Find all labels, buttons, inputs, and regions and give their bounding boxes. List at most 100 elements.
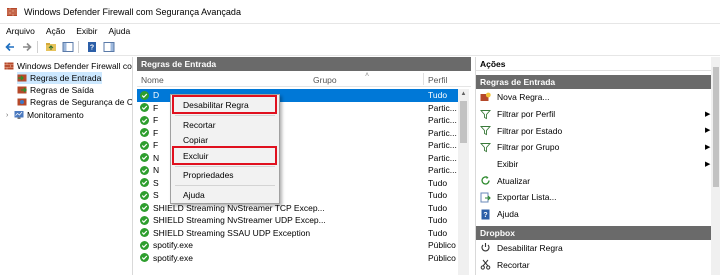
tree-item-label: Regras de Saída	[30, 85, 94, 95]
menu-item-help[interactable]: Ajuda	[171, 188, 279, 202]
enabled-check-icon	[140, 153, 149, 163]
menu-acao[interactable]: Ação	[40, 26, 70, 36]
enabled-check-icon	[140, 203, 149, 213]
menu-item-cut[interactable]: Recortar	[171, 118, 279, 132]
back-arrow-icon	[5, 42, 14, 51]
rule-name: spotify.exe	[153, 240, 194, 251]
action-cut[interactable]: Recortar	[476, 256, 720, 273]
toolbar: ?	[0, 38, 720, 56]
export-icon	[480, 192, 491, 203]
scroll-thumb[interactable]	[713, 67, 719, 187]
action-view[interactable]: Exibir ▶	[476, 156, 720, 173]
enabled-check-icon	[140, 240, 149, 250]
enabled-check-icon	[140, 228, 149, 238]
enabled-check-icon	[140, 178, 149, 188]
action-label: Atualizar	[497, 175, 531, 186]
toolbar-separator	[37, 40, 38, 53]
rules-scrollbar[interactable]: ▲	[458, 89, 469, 275]
outbound-rules-icon	[17, 86, 27, 94]
up-folder-button[interactable]	[44, 40, 58, 54]
column-profile[interactable]: Perfil	[428, 75, 447, 85]
actions-group-dropbox[interactable]: Dropbox	[476, 225, 720, 240]
rule-profile: Partic...	[428, 140, 457, 151]
column-name[interactable]: Nome	[141, 75, 164, 85]
action-new-rule[interactable]: Nova Regra...	[476, 89, 720, 106]
menu-separator	[175, 185, 275, 186]
menu-item-copy[interactable]: Copiar	[171, 133, 279, 147]
forward-arrow-icon	[23, 42, 32, 51]
rule-profile: Público	[428, 252, 456, 263]
tree-root[interactable]: Windows Defender Firewall com	[4, 60, 133, 72]
tree-item-label: Regras de Entrada	[30, 73, 102, 83]
table-row[interactable]: spotify.exe Público	[137, 239, 459, 252]
help-book-icon: ?	[88, 41, 96, 52]
refresh-icon	[480, 175, 491, 186]
action-label: Recortar	[497, 259, 530, 270]
action-label: Exibir	[497, 159, 519, 170]
action-label: Filtrar por Perfil	[497, 109, 556, 120]
forward-button[interactable]	[20, 40, 34, 54]
rule-profile: Partic...	[428, 127, 457, 138]
rule-profile: Partic...	[428, 115, 457, 126]
column-separator[interactable]	[423, 73, 424, 85]
help-icon: ?	[480, 209, 491, 220]
show-hide-tree-button[interactable]	[61, 40, 75, 54]
scroll-thumb[interactable]	[460, 101, 467, 143]
new-rule-icon	[480, 92, 491, 103]
monitoring-icon	[14, 111, 24, 119]
rules-pane-header: Regras de Entrada	[137, 57, 471, 71]
tree-root-label: Windows Defender Firewall com	[17, 61, 133, 71]
menu-item-properties[interactable]: Propriedades	[171, 168, 279, 182]
inbound-rules-icon	[17, 74, 27, 82]
folder-up-icon	[46, 42, 56, 51]
column-group[interactable]: Grupo	[313, 75, 337, 85]
tree-item-inbound-rules[interactable]: Regras de Entrada	[17, 72, 102, 84]
toolbar-separator	[78, 40, 79, 53]
action-pane-icon	[103, 41, 115, 52]
actions-group-inbound-rules[interactable]: Regras de Entrada	[476, 75, 720, 89]
action-help[interactable]: ? Ajuda	[476, 206, 720, 223]
tree-item-monitoring[interactable]: › Monitoramento	[6, 109, 84, 121]
scroll-up-icon[interactable]: ▲	[458, 89, 469, 99]
action-disable-rule[interactable]: Desabilitar Regra	[476, 240, 720, 257]
enabled-check-icon	[140, 140, 149, 150]
table-row[interactable]: SHIELD Streaming NvStreamer UDP Excep...…	[137, 214, 459, 227]
rule-profile: Partic...	[428, 102, 457, 113]
action-label: Nova Regra...	[497, 92, 550, 103]
menu-exibir[interactable]: Exibir	[70, 26, 102, 36]
enabled-check-icon	[140, 253, 149, 263]
action-filter-group[interactable]: Filtrar por Grupo ▶	[476, 139, 720, 156]
table-row[interactable]: spotify.exe Público	[137, 252, 459, 265]
menu-ajuda[interactable]: Ajuda	[102, 26, 135, 36]
actions-scrollbar[interactable]	[711, 57, 720, 275]
submenu-arrow-icon: ▶	[705, 127, 711, 135]
window-title: Windows Defender Firewall com Segurança …	[24, 6, 241, 17]
tree-item-outbound-rules[interactable]: Regras de Saída	[17, 84, 94, 96]
rule-profile: Partic...	[428, 165, 457, 176]
tree-item-connection-security-rules[interactable]: Regras de Segurança de Co	[17, 96, 132, 108]
rule-name: SHIELD Streaming NvStreamer UDP Excep...	[153, 215, 326, 226]
action-pane-button[interactable]	[102, 40, 116, 54]
submenu-arrow-icon: ▶	[705, 110, 711, 118]
menu-arquivo[interactable]: Arquivo	[0, 26, 40, 36]
enabled-check-icon	[140, 190, 149, 200]
back-button[interactable]	[3, 40, 17, 54]
help-button[interactable]: ?	[85, 40, 99, 54]
action-export-list[interactable]: Exportar Lista...	[476, 189, 720, 206]
menu-bar: Arquivo Ação Exibir Ajuda	[0, 24, 720, 38]
action-refresh[interactable]: Atualizar	[476, 172, 720, 189]
table-row[interactable]: SHIELD Streaming SSAU UDP Exception Tudo	[137, 227, 459, 240]
action-filter-state[interactable]: Filtrar por Estado ▶	[476, 122, 720, 139]
firewall-icon	[4, 62, 14, 70]
svg-text:?: ?	[90, 44, 94, 51]
action-filter-profile[interactable]: Filtrar por Perfil ▶	[476, 106, 720, 123]
sort-indicator-icon: ˄	[365, 72, 370, 79]
rule-profile: Tudo	[428, 202, 448, 213]
cut-icon	[480, 259, 491, 270]
rule-profile: Tudo	[428, 227, 448, 238]
enabled-check-icon	[140, 115, 149, 125]
filter-icon	[480, 109, 491, 120]
actions-pane: Ações Regras de Entrada Nova Regra... Fi…	[475, 57, 720, 275]
rule-profile: Tudo	[428, 190, 448, 201]
expand-chevron-icon[interactable]: ›	[6, 112, 14, 119]
